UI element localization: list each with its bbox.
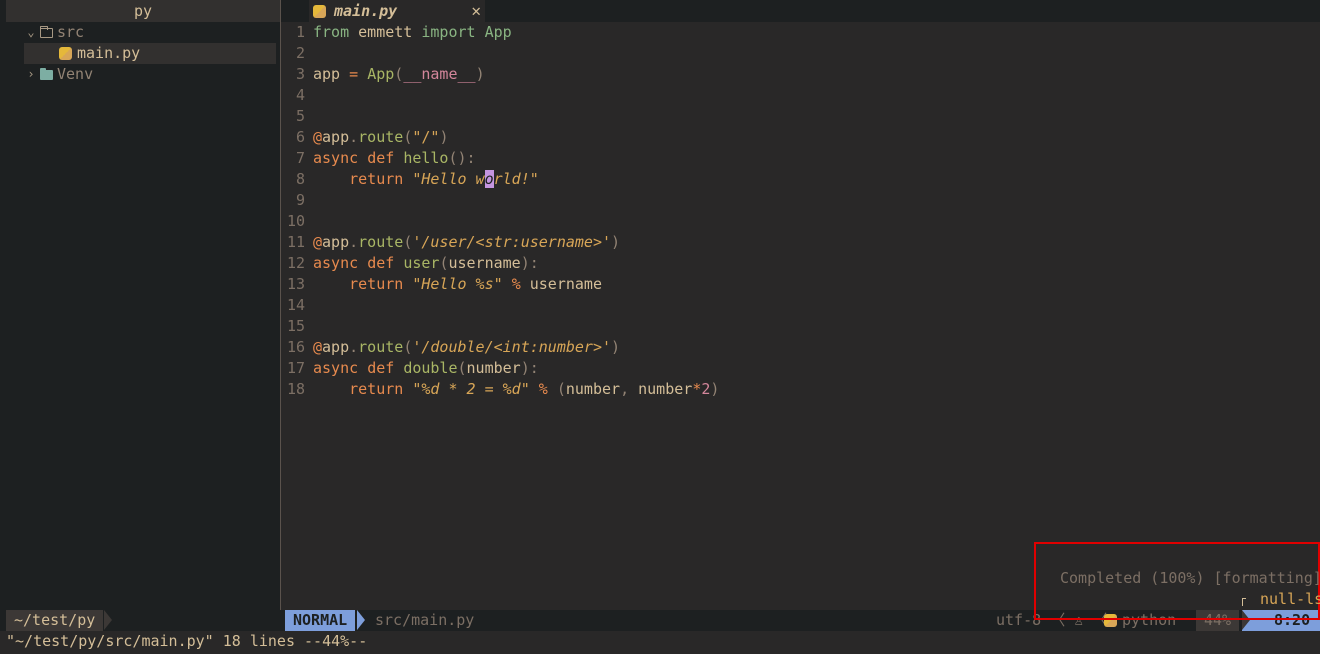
code-line: 8 return "Hello world!"	[281, 169, 1320, 190]
tree-item-main-py[interactable]: main.py	[24, 43, 276, 64]
code-text: return "%d * 2 = %d" % (number, number*2…	[349, 380, 720, 398]
line-number: 2	[295, 44, 305, 62]
close-icon[interactable]: ✕	[471, 1, 481, 20]
explorer-title: py	[6, 0, 280, 22]
python-file-icon	[59, 47, 72, 60]
tab-main-py[interactable]: main.py ✕	[309, 0, 485, 22]
tree-item-label: Venv	[57, 65, 94, 83]
code-line: 12 async def user(username):	[281, 253, 1320, 274]
code-text: return "Hello world!"	[349, 170, 539, 188]
file-explorer: py ⌄ src main.py › Venv	[6, 0, 280, 610]
code-line: 10	[281, 211, 1320, 232]
line-number: 6	[295, 128, 305, 146]
notification-message: Completed (100%) [formatting]	[1060, 569, 1320, 587]
line-number: 14	[286, 296, 305, 314]
status-mode: NORMAL	[285, 610, 356, 631]
text-cursor: o	[484, 170, 494, 188]
line-number: 5	[295, 107, 305, 125]
editor-window: py ⌄ src main.py › Venv main.py ✕ 1 from …	[0, 0, 1320, 654]
line-number: 10	[286, 212, 305, 230]
code-line: 2	[281, 43, 1320, 64]
code-line: 9	[281, 190, 1320, 211]
folder-icon	[40, 67, 53, 80]
code-text: async def hello():	[313, 149, 476, 167]
command-line[interactable]: "~/test/py/src/main.py" 18 lines --44%--	[0, 631, 1320, 654]
chevron-right-icon: ›	[27, 67, 35, 81]
code-line: 13 return "Hello %s" % username	[281, 274, 1320, 295]
code-text: from emmett import App	[313, 23, 512, 41]
code-text: async def user(username):	[313, 254, 539, 272]
tree-item-label: main.py	[77, 44, 141, 62]
line-number: 11	[286, 233, 305, 251]
line-number: 8	[295, 170, 305, 188]
code-line: 11 @app.route('/user/<str:username>')	[281, 232, 1320, 253]
line-number: 18	[286, 380, 305, 398]
line-number: 4	[295, 86, 305, 104]
code-line: 1 from emmett import App	[281, 22, 1320, 43]
code-line: 16 @app.route('/double/<int:number>')	[281, 337, 1320, 358]
line-number: 15	[286, 317, 305, 335]
line-number: 17	[286, 359, 305, 377]
folder-open-icon	[40, 25, 53, 38]
separator-arrow-icon	[104, 610, 112, 630]
code-editor[interactable]: 1 from emmett import App 2 3 app = App(__n…	[281, 22, 1320, 610]
chevron-down-icon: ⌄	[27, 25, 35, 39]
code-text: @app.route("/")	[313, 128, 449, 146]
tree-item-src[interactable]: ⌄ src	[6, 22, 280, 43]
code-line: 15	[281, 316, 1320, 337]
separator-arrow-icon	[357, 610, 365, 630]
code-line: 7 async def hello():	[281, 148, 1320, 169]
line-number: 13	[286, 275, 305, 293]
status-file: src/main.py	[375, 611, 475, 629]
line-number: 1	[295, 23, 305, 41]
code-text: @app.route('/double/<int:number>')	[313, 338, 621, 356]
code-line: 17 async def double(number):	[281, 358, 1320, 379]
status-cwd: ~/test/py	[6, 610, 104, 631]
code-line: 3 app = App(__name__)	[281, 64, 1320, 85]
tab-bar: main.py ✕	[281, 0, 1320, 22]
code-line: 14	[281, 295, 1320, 316]
code-line: 6 @app.route("/")	[281, 127, 1320, 148]
tree-item-venv[interactable]: › Venv	[6, 64, 280, 85]
code-text: return "Hello %s" % username	[349, 275, 602, 293]
line-number: 16	[286, 338, 305, 356]
tree-item-label: src	[57, 23, 85, 41]
lsp-progress-notification: Completed (100%) [formatting] null-ls	[1034, 542, 1320, 620]
code-text: @app.route('/user/<str:username>')	[313, 233, 621, 251]
line-number: 7	[295, 149, 305, 167]
code-line: 4	[281, 85, 1320, 106]
code-line: 18 return "%d * 2 = %d" % (number, numbe…	[281, 379, 1320, 400]
notification-source: null-ls	[1260, 590, 1320, 608]
corner-bracket-icon	[1242, 598, 1246, 606]
line-number: 9	[295, 191, 305, 209]
code-text: async def double(number):	[313, 359, 539, 377]
python-file-icon	[313, 4, 326, 18]
tab-label: main.py	[334, 2, 398, 20]
line-number: 3	[295, 65, 305, 83]
code-line: 5	[281, 106, 1320, 127]
line-number: 12	[286, 254, 305, 272]
code-text: app = App(__name__)	[313, 65, 485, 83]
